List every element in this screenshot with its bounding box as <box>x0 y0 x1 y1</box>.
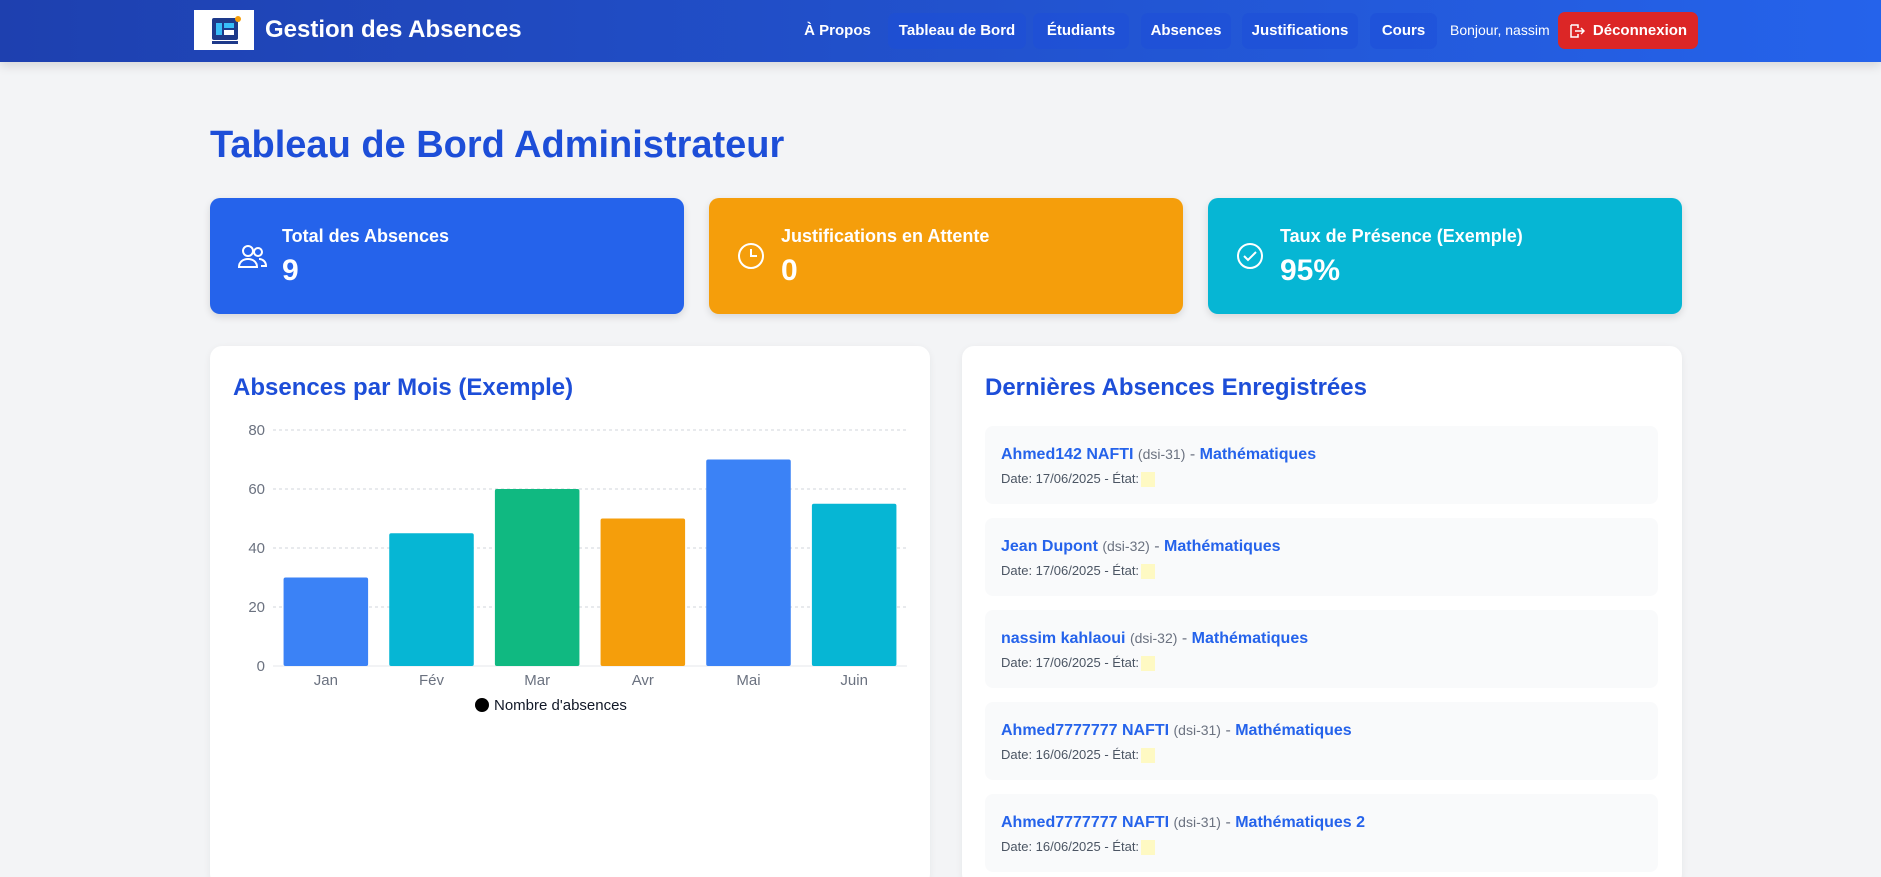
absence-line-main: Jean Dupont (dsi-32) - Mathématiques <box>1001 538 1281 556</box>
absence-list-item[interactable]: Ahmed7777777 NAFTI (dsi-31) - Mathématiq… <box>985 702 1658 780</box>
bar-jan <box>283 577 369 666</box>
bar-avr <box>600 518 686 666</box>
absence-line-date: Date: 17/06/2025 - État: <box>1001 471 1156 488</box>
y-tick-label: 40 <box>248 540 265 557</box>
status-badge <box>1141 472 1156 488</box>
student-name[interactable]: nassim kahlaoui <box>1001 630 1126 647</box>
user-greeting: Bonjour, nassim <box>1450 22 1550 38</box>
y-tick-label: 20 <box>248 599 265 616</box>
bar-chart: 0 20 40 60 80 Jan Fév Mar Avr Mai Juin Nombre d'abs… <box>248 422 907 714</box>
nav-tableau-de-bord[interactable]: Tableau de Bord <box>888 13 1026 49</box>
absence-line-main: Ahmed7777777 NAFTI (dsi-31) - Mathématiq… <box>1001 722 1352 740</box>
separator: - <box>1181 630 1188 647</box>
page-title: Tableau de Bord Administrateur <box>210 124 785 166</box>
y-tick-label: 80 <box>248 422 265 439</box>
student-name[interactable]: Ahmed7777777 NAFTI <box>1001 814 1169 831</box>
course-name[interactable]: Mathématiques <box>1192 630 1308 647</box>
legend-label: Nombre d'absences <box>494 697 627 714</box>
absence-date: Date: 16/06/2025 - État: <box>1001 747 1140 762</box>
clock-icon <box>738 243 764 269</box>
x-tick-label: Avr <box>632 672 654 689</box>
x-tick-label: Jan <box>314 672 338 689</box>
student-class: (dsi-31) <box>1173 722 1221 738</box>
absence-line-date: Date: 16/06/2025 - État: <box>1001 747 1156 764</box>
bar-juin <box>811 503 897 666</box>
course-name[interactable]: Mathématiques <box>1164 538 1280 555</box>
top-navbar: Gestion des Absences À Propos Tableau de… <box>0 0 1881 62</box>
bar-mai <box>706 459 791 666</box>
nav-justifications[interactable]: Justifications <box>1242 13 1358 49</box>
logout-label: Déconnexion <box>1592 22 1688 39</box>
legend-dot <box>475 698 489 712</box>
stat-card-attendance-rate[interactable]: Taux de Présence (Exemple) 95% <box>1208 198 1682 314</box>
stat-label: Total des Absences <box>282 226 450 246</box>
brand-title[interactable]: Gestion des Absences <box>265 16 522 44</box>
student-name[interactable]: Jean Dupont <box>1001 538 1098 555</box>
nav-cours[interactable]: Cours <box>1370 13 1437 49</box>
check-circle-icon <box>1237 243 1263 269</box>
status-badge <box>1141 748 1156 764</box>
x-tick-label: Mai <box>736 672 760 689</box>
separator: - <box>1225 814 1231 831</box>
separator: - <box>1189 446 1196 463</box>
logo-icon <box>200 15 248 45</box>
course-name[interactable]: Mathématiques 2 <box>1235 814 1365 831</box>
x-tick-label: Juin <box>840 672 868 689</box>
absence-list-item[interactable]: Ahmed142 NAFTI (dsi-31) - Mathématiques D… <box>985 426 1658 504</box>
absence-list-item[interactable]: nassim kahlaoui (dsi-32) - Mathématiques… <box>985 610 1658 688</box>
nav-etudiants[interactable]: Étudiants <box>1033 13 1129 49</box>
stat-label: Justifications en Attente <box>781 226 990 246</box>
recent-absences-panel: Dernières Absences Enregistrées Ahmed142… <box>962 346 1682 877</box>
stat-value: 0 <box>781 254 798 287</box>
absence-line-main: nassim kahlaoui (dsi-32) - Mathématiques <box>1001 630 1308 648</box>
recent-absences-title: Dernières Absences Enregistrées <box>985 374 1367 401</box>
x-tick-label: Fév <box>419 672 445 689</box>
stat-value: 95% <box>1280 254 1341 287</box>
stat-card-pending-justifications[interactable]: Justifications en Attente 0 <box>709 198 1183 314</box>
student-name[interactable]: Ahmed142 NAFTI <box>1001 446 1133 463</box>
student-class: (dsi-32) <box>1102 538 1150 554</box>
nav-a-propos[interactable]: À Propos <box>794 13 881 49</box>
absence-list-item[interactable]: Jean Dupont (dsi-32) - Mathématiques Date… <box>985 518 1658 596</box>
logout-icon <box>1570 23 1585 38</box>
absence-list-item[interactable]: Ahmed7777777 NAFTI (dsi-31) - Mathématiq… <box>985 794 1658 872</box>
nav-absences[interactable]: Absences <box>1141 13 1231 49</box>
y-tick-label: 60 <box>248 481 265 498</box>
chart-panel: Absences par Mois (Exemple) 0 20 40 60 80 Jan… <box>210 346 930 877</box>
stat-value: 9 <box>282 254 299 287</box>
separator: - <box>1225 722 1231 739</box>
status-badge <box>1141 840 1156 856</box>
absence-date: Date: 17/06/2025 - État: <box>1001 655 1140 670</box>
separator: - <box>1154 538 1160 555</box>
status-badge <box>1141 656 1156 672</box>
logout-button[interactable]: Déconnexion <box>1558 12 1698 49</box>
absence-line-date: Date: 16/06/2025 - État: <box>1001 839 1156 856</box>
student-name[interactable]: Ahmed7777777 NAFTI <box>1001 722 1169 739</box>
course-name[interactable]: Mathématiques <box>1235 722 1351 739</box>
app-logo[interactable] <box>194 10 254 50</box>
student-class: (dsi-31) <box>1137 446 1186 462</box>
users-icon <box>237 245 268 268</box>
absence-date: Date: 16/06/2025 - État: <box>1001 839 1140 854</box>
student-class: (dsi-31) <box>1173 814 1221 830</box>
absence-line-main: Ahmed142 NAFTI (dsi-31) - Mathématiques <box>1001 446 1316 464</box>
course-name[interactable]: Mathématiques <box>1200 446 1316 463</box>
absence-line-main: Ahmed7777777 NAFTI (dsi-31) - Mathématiq… <box>1001 814 1365 832</box>
absence-line-date: Date: 17/06/2025 - État: <box>1001 655 1156 672</box>
absence-date: Date: 17/06/2025 - État: <box>1001 471 1140 486</box>
absence-line-date: Date: 17/06/2025 - État: <box>1001 563 1156 580</box>
stat-label: Taux de Présence (Exemple) <box>1280 226 1523 246</box>
status-badge <box>1141 564 1156 580</box>
bar-fév <box>389 533 474 666</box>
x-tick-label: Mar <box>524 672 550 689</box>
absence-date: Date: 17/06/2025 - État: <box>1001 563 1140 578</box>
stat-card-total-absences[interactable]: Total des Absences 9 <box>210 198 684 314</box>
y-tick-label: 0 <box>257 658 265 675</box>
bar-mar <box>494 489 580 666</box>
student-class: (dsi-32) <box>1129 630 1178 646</box>
